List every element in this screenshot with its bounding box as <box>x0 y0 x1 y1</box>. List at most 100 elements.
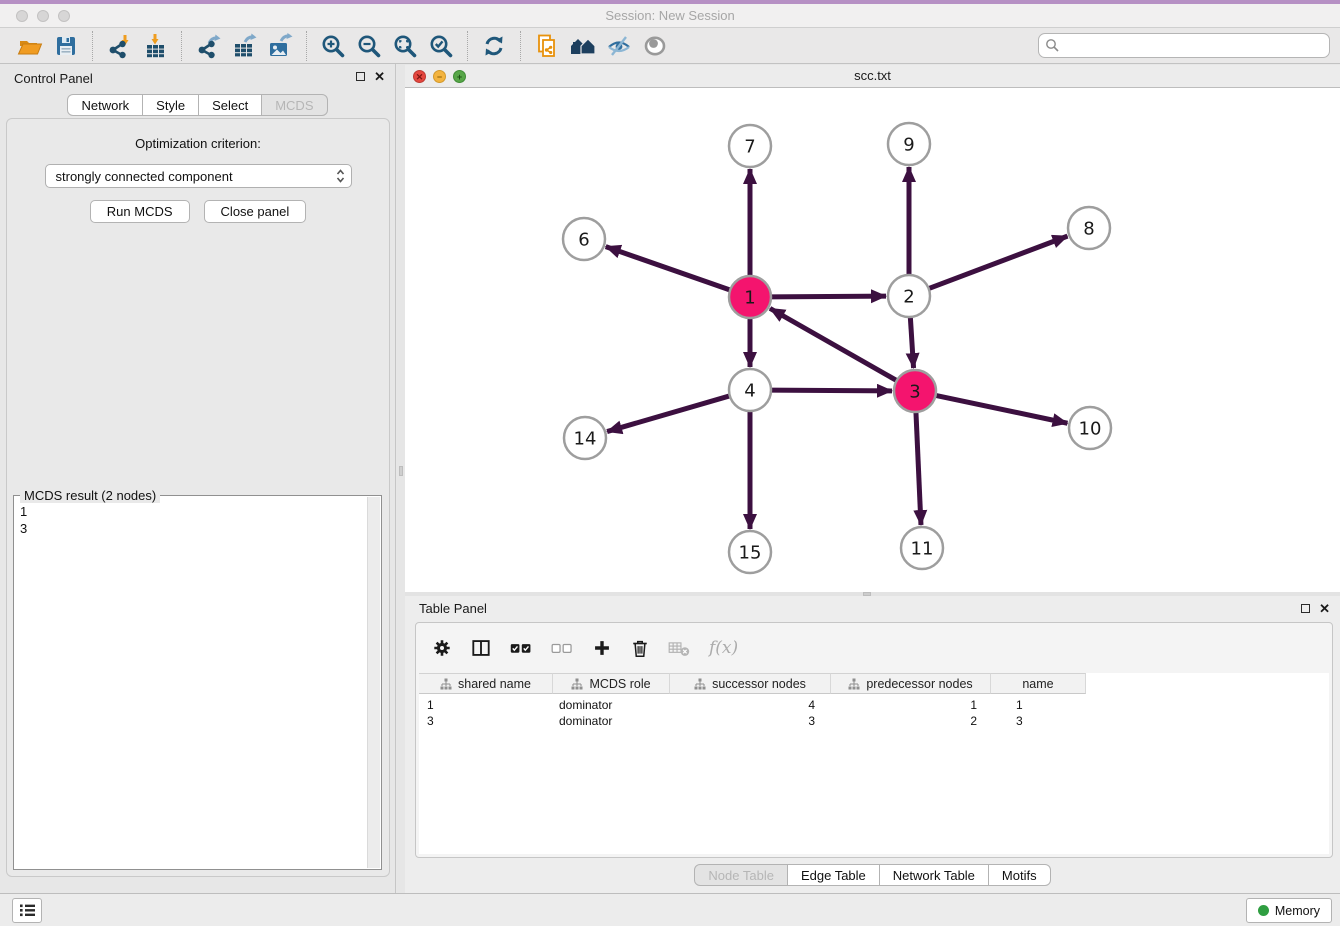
zoom-selected-button[interactable] <box>426 31 456 61</box>
vertical-splitter[interactable] <box>397 64 405 893</box>
table-cell[interactable]: 4 <box>670 697 831 713</box>
graph-edge-2-3[interactable] <box>910 316 913 368</box>
graph-node-10[interactable]: 10 <box>1069 407 1111 449</box>
close-panel-icon[interactable]: ✕ <box>374 71 385 82</box>
task-history-button[interactable] <box>12 898 42 923</box>
tab-style[interactable]: Style <box>142 94 199 116</box>
graph-edge-2-8[interactable] <box>928 236 1068 289</box>
tab-select[interactable]: Select <box>198 94 262 116</box>
search-input[interactable] <box>1038 33 1330 58</box>
graph-node-2[interactable]: 2 <box>888 275 930 317</box>
zoom-fit-button[interactable] <box>390 31 420 61</box>
table-cell[interactable]: 3 <box>991 713 1086 729</box>
show-details-button[interactable] <box>640 31 670 61</box>
close-table-panel-icon[interactable]: ✕ <box>1319 603 1330 614</box>
table-cell[interactable]: 2 <box>831 713 991 729</box>
delete-column-trash-icon[interactable] <box>631 638 649 658</box>
network-maximize-button[interactable]: + <box>453 70 466 83</box>
float-panel-icon[interactable] <box>356 72 365 81</box>
duplicate-network-button[interactable] <box>532 31 562 61</box>
close-panel-button[interactable]: Close panel <box>204 200 307 223</box>
graph-edge-4-14[interactable] <box>607 396 731 432</box>
table-cell[interactable]: 3 <box>670 713 831 729</box>
apply-layout-button[interactable] <box>479 31 509 61</box>
function-builder-button[interactable]: f(x) <box>709 638 738 658</box>
table-row[interactable]: 3dominator323 <box>419 713 1329 729</box>
zoom-out-button[interactable] <box>354 31 384 61</box>
export-table-button[interactable] <box>229 31 259 61</box>
result-scrollbar[interactable] <box>367 497 380 868</box>
column-header-name[interactable]: name <box>991 673 1086 694</box>
float-table-panel-icon[interactable] <box>1301 604 1310 613</box>
column-header-shared-name[interactable]: shared name <box>419 673 553 694</box>
graph-node-8[interactable]: 8 <box>1068 207 1110 249</box>
export-image-button[interactable] <box>265 31 295 61</box>
zoom-in-button[interactable] <box>318 31 348 61</box>
minimize-window-button[interactable] <box>37 10 49 22</box>
table-cell[interactable]: 1 <box>991 697 1086 713</box>
table-cell[interactable]: 3 <box>419 713 553 729</box>
hide-details-button[interactable] <box>604 31 634 61</box>
table-row[interactable]: 1dominator411 <box>419 697 1329 713</box>
tab-mcds[interactable]: MCDS <box>261 94 327 116</box>
import-table-button[interactable] <box>140 31 170 61</box>
graph-node-14[interactable]: 14 <box>564 417 606 459</box>
splitter-handle[interactable] <box>399 466 403 476</box>
column-header-predecessor-nodes[interactable]: predecessor nodes <box>831 673 991 694</box>
select-all-columns-icon[interactable] <box>510 639 532 657</box>
zoom-window-button[interactable] <box>58 10 70 22</box>
network-canvas[interactable]: 1 2 3 4 6 7 8 9 10 11 14 15 <box>405 88 1340 591</box>
network-window-titlebar[interactable]: ✕ − + scc.txt <box>405 65 1340 88</box>
criterion-dropdown[interactable]: strongly connected component <box>45 164 352 188</box>
graph-node-11[interactable]: 11 <box>901 527 943 569</box>
graph-edge-3-10[interactable] <box>935 395 1068 423</box>
houses-icon <box>569 33 597 59</box>
graph-node-6[interactable]: 6 <box>563 218 605 260</box>
svg-text:1: 1 <box>744 288 755 309</box>
network-close-button[interactable]: ✕ <box>413 70 426 83</box>
window-traffic-lights[interactable] <box>16 10 70 22</box>
tab-edge-table[interactable]: Edge Table <box>787 864 880 886</box>
open-session-button[interactable] <box>15 31 45 61</box>
graph-edge-3-11[interactable] <box>916 411 921 525</box>
graph-node-15[interactable]: 15 <box>729 531 771 573</box>
graph-node-7[interactable]: 7 <box>729 125 771 167</box>
dropdown-stepper-icon <box>336 168 345 184</box>
graph-node-4[interactable]: 4 <box>729 369 771 411</box>
memory-button[interactable]: Memory <box>1246 898 1332 923</box>
tab-motifs[interactable]: Motifs <box>988 864 1051 886</box>
delete-table-icon[interactable] <box>668 639 690 657</box>
graph-node-9[interactable]: 9 <box>888 123 930 165</box>
show-column-panel-icon[interactable] <box>471 638 491 658</box>
network-minimize-button[interactable]: − <box>433 70 446 83</box>
row-filler <box>1086 697 1329 713</box>
table-cell[interactable]: 1 <box>831 697 991 713</box>
table-cell[interactable]: dominator <box>553 713 670 729</box>
create-column-plus-icon[interactable] <box>592 638 612 658</box>
table-cell[interactable]: 1 <box>419 697 553 713</box>
tab-network-table[interactable]: Network Table <box>879 864 989 886</box>
graph-edge-1-2[interactable] <box>770 296 886 297</box>
import-network-button[interactable] <box>104 31 134 61</box>
graph-edge-1-6[interactable] <box>606 247 731 291</box>
graph-node-1[interactable]: 1 <box>729 276 771 318</box>
column-header-successor-nodes[interactable]: successor nodes <box>670 673 831 694</box>
save-session-button[interactable] <box>51 31 81 61</box>
nested-network-button[interactable] <box>568 31 598 61</box>
unselect-all-columns-icon[interactable] <box>551 639 573 657</box>
column-header-MCDS-role[interactable]: MCDS role <box>553 673 670 694</box>
close-window-button[interactable] <box>16 10 28 22</box>
tab-network[interactable]: Network <box>67 94 143 116</box>
svg-text:2: 2 <box>903 287 914 308</box>
table-cell[interactable]: dominator <box>553 697 670 713</box>
toolbar-separator <box>92 31 93 61</box>
graph-node-3[interactable]: 3 <box>894 370 936 412</box>
export-network-button[interactable] <box>193 31 223 61</box>
mcds-result-item[interactable]: 1 <box>20 503 375 520</box>
graph-edge-4-3[interactable] <box>770 390 892 391</box>
graph-edge-3-1[interactable] <box>770 308 898 381</box>
mcds-result-item[interactable]: 3 <box>20 520 375 537</box>
run-mcds-button[interactable]: Run MCDS <box>90 200 190 223</box>
table-settings-gear-icon[interactable] <box>432 638 452 658</box>
tab-node-table[interactable]: Node Table <box>694 864 788 886</box>
